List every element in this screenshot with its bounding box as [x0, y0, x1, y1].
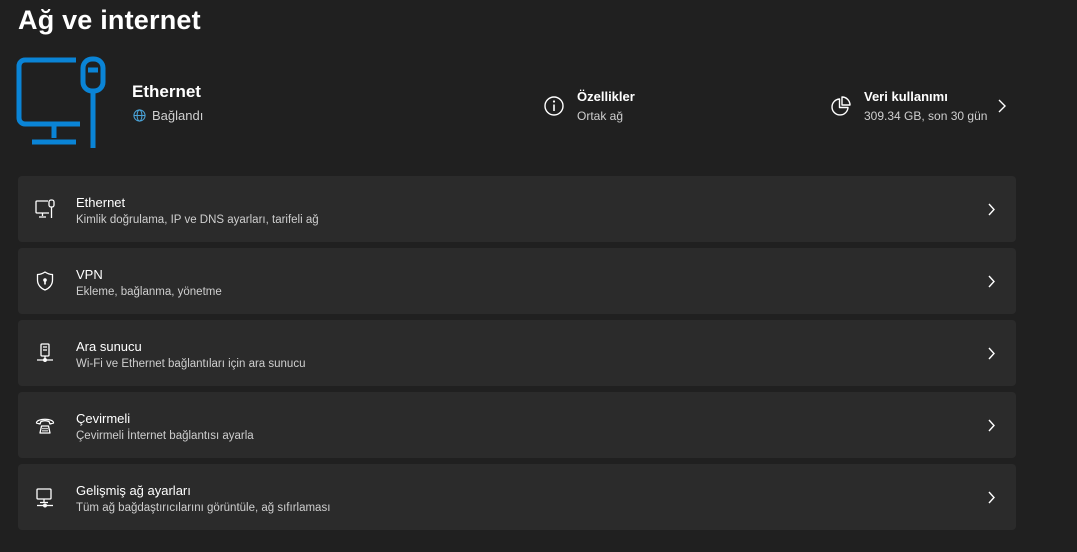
connection-status: Bağlandı — [133, 108, 203, 123]
chevron-right-icon — [998, 99, 1007, 113]
globe-icon — [133, 109, 146, 122]
advanced-network-icon — [36, 488, 53, 508]
vpn-shield-icon — [36, 271, 54, 291]
settings-item-title: Ara sunucu — [76, 339, 142, 354]
properties-title: Özellikler — [577, 89, 635, 104]
settings-item-ethernet[interactable]: Ethernet Kimlik doğrulama, IP ve DNS aya… — [18, 176, 1016, 242]
ethernet-icon — [35, 199, 55, 218]
data-usage-subtitle: 309.34 GB, son 30 gün — [864, 109, 988, 123]
chevron-right-icon — [988, 275, 995, 288]
pie-chart-icon — [831, 96, 851, 116]
chevron-right-icon — [988, 491, 995, 504]
settings-item-subtitle: Tüm ağ bağdaştırıcılarını görüntüle, ağ … — [76, 502, 331, 514]
chevron-right-icon — [988, 203, 995, 216]
connection-name: Ethernet — [132, 82, 201, 101]
settings-item-dial-up[interactable]: Çevirmeli Çevirmeli İnternet bağlantısı … — [18, 392, 1016, 458]
settings-item-title: VPN — [76, 267, 103, 282]
settings-item-subtitle: Ekleme, bağlanma, yönetme — [76, 286, 222, 298]
settings-item-title: Çevirmeli — [76, 411, 131, 426]
data-usage-title: Veri kullanımı — [864, 89, 948, 104]
info-icon — [544, 96, 564, 116]
page-title: Ağ ve internet — [18, 5, 201, 35]
settings-item-advanced-network[interactable]: Gelişmiş ağ ayarları Tüm ağ bağdaştırıcı… — [18, 464, 1016, 530]
connection-status-text: Bağlandı — [152, 108, 204, 123]
settings-item-title: Ethernet — [76, 195, 126, 210]
properties-subtitle: Ortak ağ — [577, 109, 624, 123]
chevron-right-icon — [988, 419, 995, 432]
settings-item-title: Gelişmiş ağ ayarları — [76, 483, 191, 498]
settings-page: Ağ ve internet Ethernet Bağlandı Özellik… — [0, 0, 1077, 552]
settings-list: Ethernet Kimlik doğrulama, IP ve DNS aya… — [18, 176, 1016, 536]
settings-item-subtitle: Çevirmeli İnternet bağlantısı ayarla — [76, 430, 254, 442]
settings-item-subtitle: Kimlik doğrulama, IP ve DNS ayarları, ta… — [76, 214, 319, 226]
proxy-icon — [37, 343, 53, 362]
chevron-right-icon — [988, 347, 995, 360]
settings-item-subtitle: Wi-Fi ve Ethernet bağlantıları için ara … — [76, 358, 306, 370]
data-usage-link[interactable]: Veri kullanımı 309.34 GB, son 30 gün — [830, 88, 1007, 124]
ethernet-monitor-icon — [16, 56, 112, 150]
properties-link[interactable]: Özellikler Ortak ağ — [543, 88, 635, 124]
settings-item-vpn[interactable]: VPN Ekleme, bağlanma, yönetme — [18, 248, 1016, 314]
dial-up-icon — [35, 418, 55, 434]
settings-item-proxy[interactable]: Ara sunucu Wi-Fi ve Ethernet bağlantılar… — [18, 320, 1016, 386]
